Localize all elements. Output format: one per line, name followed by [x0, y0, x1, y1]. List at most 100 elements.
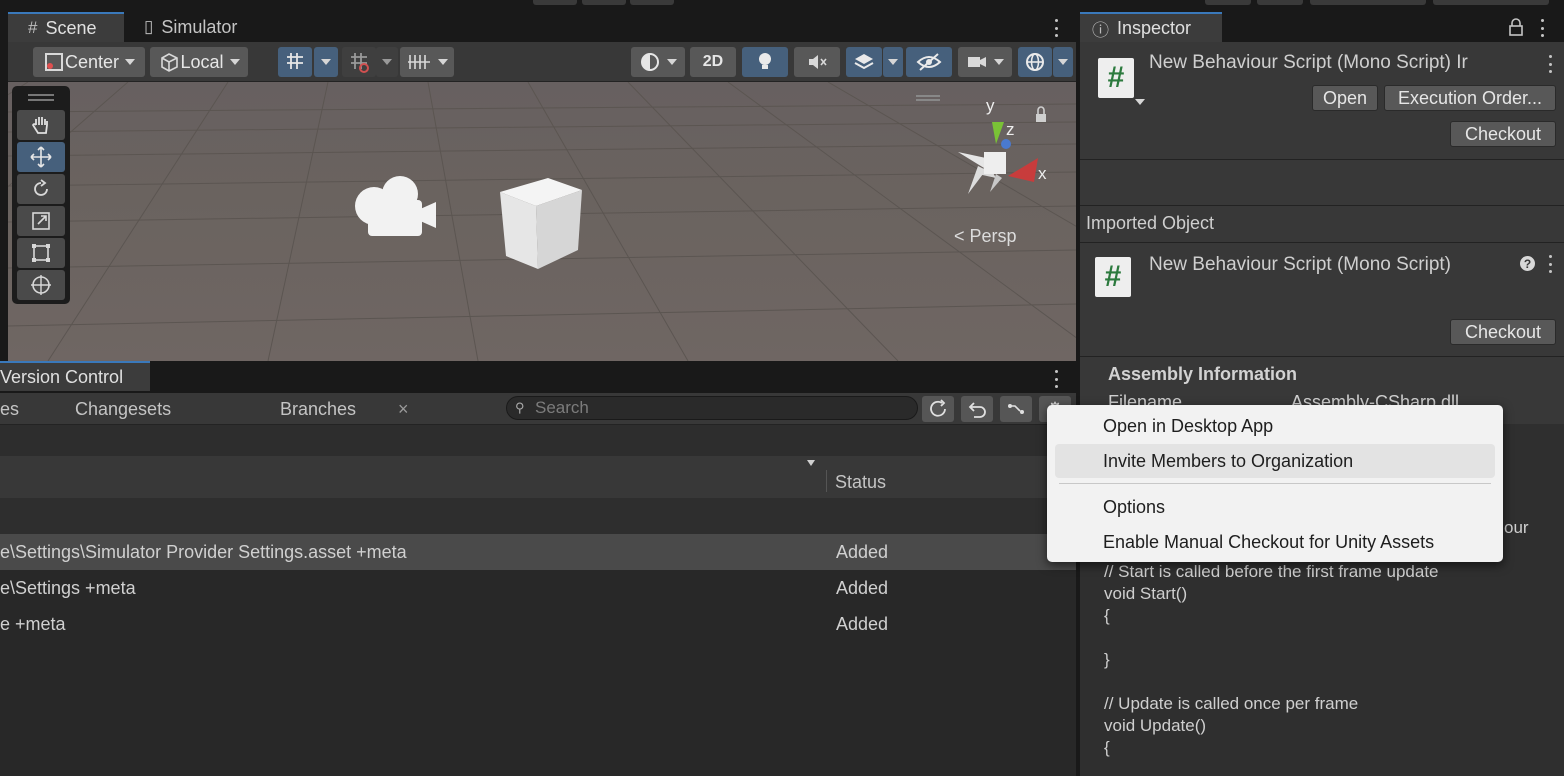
gizmos-toggle[interactable]	[1018, 47, 1052, 77]
scale-tool[interactable]	[17, 206, 65, 236]
code-line: void Start()	[1104, 584, 1188, 603]
camera-settings-dropdown[interactable]	[958, 47, 1012, 77]
imported-script-icon: #	[1095, 257, 1131, 297]
projection-toggle[interactable]: < Persp	[954, 226, 1017, 247]
search-icon: ⚲	[515, 400, 525, 415]
mode-2d-toggle[interactable]: 2D	[690, 47, 736, 77]
grid-snap-dropdown[interactable]	[314, 47, 338, 77]
table-row[interactable]: e\Settings +meta Added	[0, 570, 1076, 606]
sort-descending-icon[interactable]	[807, 460, 815, 466]
branch-icon	[1008, 404, 1024, 414]
scene-toolbar: Center Local 2D	[8, 42, 1076, 82]
scene-viewport[interactable]: y z x < Persp	[8, 82, 1076, 361]
pivot-mode-dropdown[interactable]: Center	[33, 47, 145, 77]
table-row[interactable]: e\Settings\Simulator Provider Settings.a…	[0, 534, 1076, 570]
lighting-toggle[interactable]	[742, 47, 788, 77]
menu-item-label: Options	[1103, 496, 1166, 517]
imported-script-title: New Behaviour Script (Mono Script)	[1149, 254, 1451, 275]
imported-object-label: Imported Object	[1086, 213, 1215, 233]
transform-tool[interactable]	[17, 270, 65, 300]
menu-item-open-desktop-app[interactable]: Open in Desktop App	[1055, 409, 1495, 443]
subtab-branches[interactable]: Branches	[280, 399, 356, 420]
menu-separator	[1059, 483, 1491, 484]
icon-picker-caret[interactable]	[1135, 99, 1145, 105]
effects-toggle[interactable]	[846, 47, 882, 77]
code-line: {	[1104, 738, 1110, 757]
tab-simulator-label: Simulator	[161, 16, 238, 37]
shaded-sphere-icon	[641, 53, 659, 71]
increment-snap-icon	[351, 53, 369, 73]
vc-group-row[interactable]	[0, 498, 1076, 534]
tab-simulator[interactable]: ▯ Simulator	[124, 12, 264, 42]
help-icon[interactable]: ?	[1520, 256, 1535, 271]
inspector-more-menu-icon[interactable]	[1539, 19, 1545, 37]
switch-branch-button[interactable]	[1000, 396, 1032, 422]
grid-visibility-dropdown[interactable]	[400, 47, 454, 77]
version-control-tab-bar: Version Control	[0, 361, 1076, 393]
tab-version-control[interactable]: Version Control	[0, 361, 150, 391]
tab-scene[interactable]: # Scene	[8, 12, 124, 42]
row-path: e\Settings\Simulator Provider Settings.a…	[0, 541, 407, 562]
local-cube-icon	[161, 53, 179, 72]
grid-snap-icon	[287, 53, 303, 69]
tab-inspector[interactable]: ⓘ Inspector	[1080, 12, 1222, 42]
draw-mode-dropdown[interactable]	[631, 47, 685, 77]
undo-changes-button[interactable]	[961, 396, 993, 422]
gizmo-axis-z-label[interactable]: z	[1006, 120, 1015, 140]
code-line: // Start is called before the first fram…	[1104, 562, 1439, 581]
menu-item-invite-members[interactable]: Invite Members to Organization	[1055, 444, 1495, 478]
cube-object	[500, 178, 582, 269]
refresh-icon	[930, 399, 946, 417]
inspector-lock-icon[interactable]	[1508, 18, 1524, 36]
imported-more-menu-icon[interactable]	[1547, 255, 1553, 273]
subtab-pending-changes[interactable]: es	[0, 399, 19, 420]
refresh-button[interactable]	[922, 396, 954, 422]
grid-snap-toggle[interactable]	[278, 47, 312, 77]
rotation-mode-dropdown[interactable]: Local	[150, 47, 248, 77]
gizmo-lock-icon	[1036, 106, 1046, 122]
pivot-center-icon	[44, 53, 63, 71]
gizmos-dropdown[interactable]	[1053, 47, 1073, 77]
code-line: }	[1104, 650, 1110, 669]
pivot-mode-label: Center	[64, 51, 120, 72]
orientation-gizmo	[958, 122, 1038, 194]
grid-visibility-icon	[408, 55, 430, 69]
menu-item-label: Enable Manual Checkout for Unity Assets	[1103, 531, 1435, 552]
palette-drag-handle[interactable]	[28, 94, 54, 96]
code-line: // Update is called once per frame	[1104, 694, 1359, 713]
increment-snap-toggle[interactable]	[342, 47, 376, 77]
subtab-changesets[interactable]: Changesets	[75, 399, 171, 420]
audio-toggle[interactable]	[794, 47, 840, 77]
status-column-header[interactable]: Status	[835, 472, 886, 493]
rotation-mode-label: Local	[180, 51, 224, 72]
vc-more-menu-icon[interactable]	[1053, 370, 1059, 388]
increment-snap-dropdown[interactable]	[376, 47, 398, 77]
effects-dropdown[interactable]	[883, 47, 903, 77]
rotate-tool[interactable]	[17, 174, 65, 204]
close-branches-tab-icon[interactable]: ×	[398, 399, 409, 420]
execution-order-button[interactable]: Execution Order...	[1384, 85, 1556, 111]
hand-tool[interactable]	[17, 110, 65, 140]
move-tool[interactable]	[17, 142, 65, 172]
code-line: {	[1104, 606, 1110, 625]
vc-column-header: Status	[0, 456, 1076, 498]
imported-checkout-button[interactable]: Checkout	[1450, 319, 1556, 345]
table-row[interactable]: e +meta Added	[0, 606, 1076, 642]
effects-layers-icon	[854, 54, 874, 70]
menu-item-enable-manual-checkout[interactable]: Enable Manual Checkout for Unity Assets	[1055, 525, 1495, 559]
gizmo-axis-y-label[interactable]: y	[986, 96, 995, 116]
tab-inspector-label: Inspector	[1117, 17, 1192, 38]
inspector-tab-bar: ⓘ Inspector	[1078, 12, 1564, 42]
projection-label: Persp	[969, 226, 1017, 246]
menu-item-options[interactable]: Options	[1055, 490, 1495, 524]
gizmo-axis-x-label[interactable]: x	[1038, 164, 1047, 184]
checkout-button[interactable]: Checkout	[1450, 121, 1556, 147]
rect-tool[interactable]	[17, 238, 65, 268]
scene-more-menu-icon[interactable]	[1053, 19, 1059, 37]
scene-visibility-toggle[interactable]	[906, 47, 952, 77]
open-button[interactable]: Open	[1312, 85, 1378, 111]
vc-search-input[interactable]: ⚲ Search	[506, 396, 918, 420]
tab-version-control-label: Version Control	[0, 366, 124, 387]
script-more-menu-icon[interactable]	[1547, 55, 1553, 73]
code-peek-text: our	[1504, 518, 1529, 537]
